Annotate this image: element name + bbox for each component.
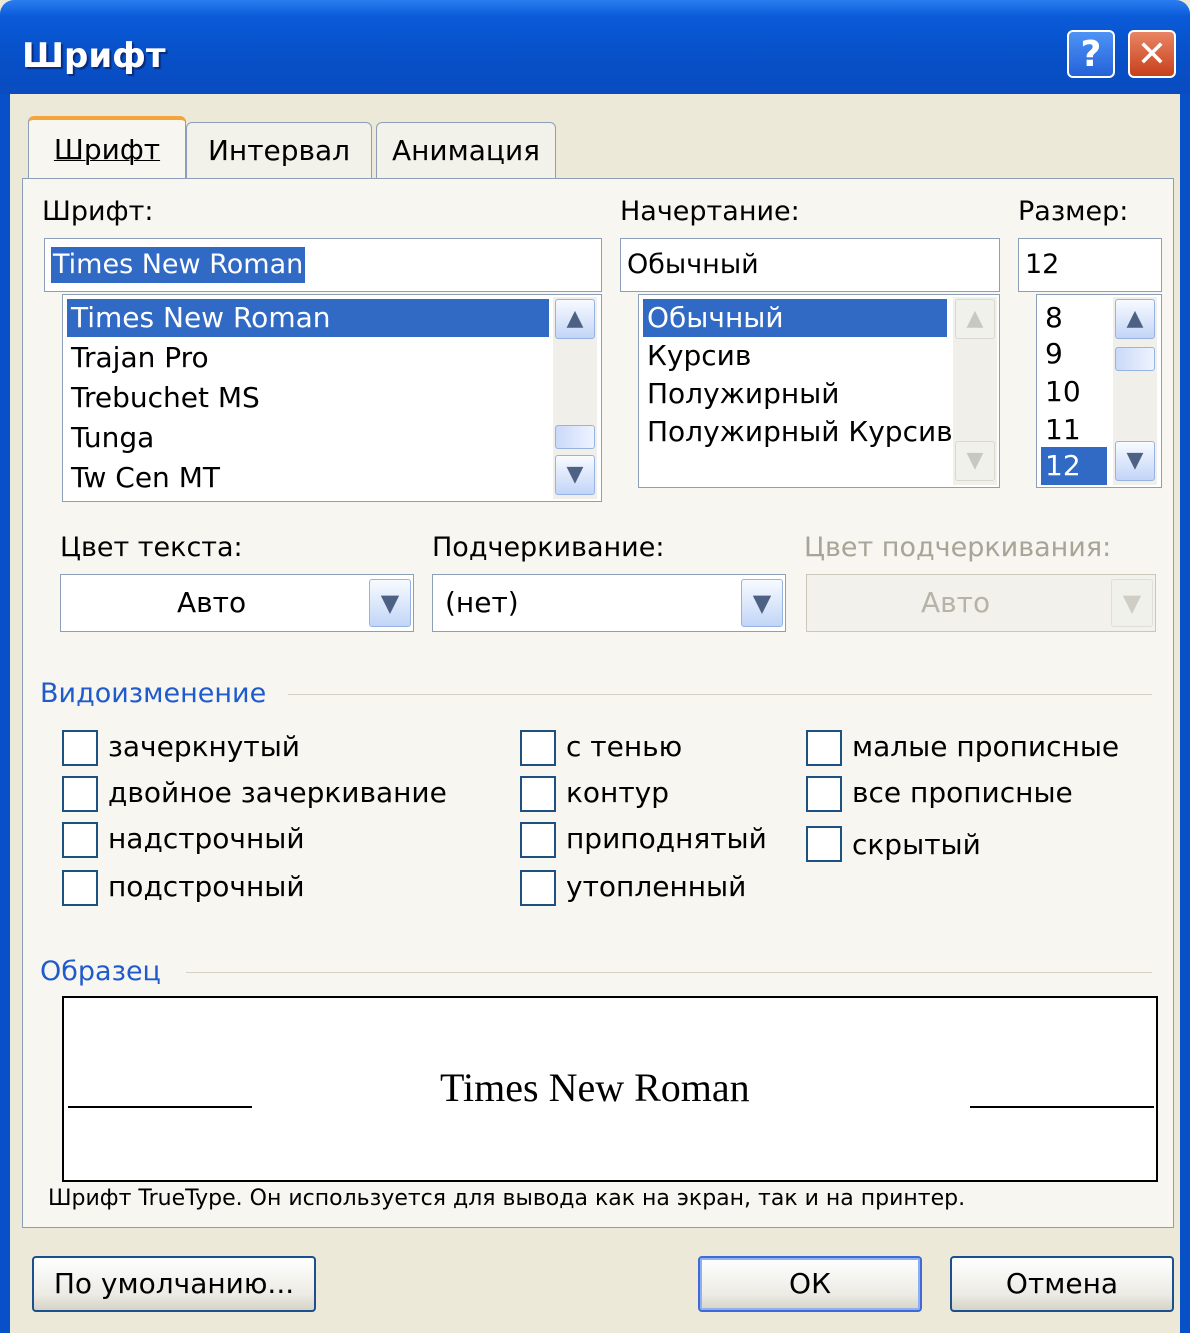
ok-button[interactable]: ОК bbox=[698, 1256, 922, 1312]
font-dialog: Шрифт ? ✕ Шрифт Интервал Анимация Шрифт:… bbox=[0, 0, 1190, 1333]
checkbox-superscript[interactable] bbox=[62, 822, 98, 858]
list-item[interactable]: 10 bbox=[1041, 373, 1107, 411]
checkbox-label: утопленный bbox=[566, 870, 747, 903]
underline-select[interactable]: (нет) ▼ bbox=[432, 574, 786, 632]
checkbox-label: контур bbox=[566, 776, 670, 809]
tab-font-label: Шрифт bbox=[53, 133, 161, 166]
list-item[interactable]: 9 bbox=[1041, 335, 1107, 373]
size-list[interactable]: 8 9 10 11 12 ▲ ▼ bbox=[1036, 294, 1162, 488]
tab-animation-label: Анимация bbox=[391, 134, 541, 167]
checkbox-label: малые прописные bbox=[852, 730, 1120, 763]
scroll-thumb[interactable] bbox=[555, 425, 595, 449]
tab-spacing-label: Интервал bbox=[207, 134, 351, 167]
underline-color-label: Цвет подчеркивания: bbox=[804, 532, 1112, 563]
checkbox-engrave[interactable] bbox=[520, 870, 556, 906]
style-list[interactable]: Обычный Курсив Полужирный Полужирный Кур… bbox=[638, 294, 1000, 488]
tab-font[interactable]: Шрифт bbox=[28, 116, 186, 180]
underline-color-select[interactable]: Авто ▼ bbox=[806, 574, 1156, 632]
title-bar[interactable]: Шрифт ? ✕ bbox=[0, 0, 1190, 94]
list-item[interactable]: Times New Roman bbox=[67, 299, 549, 337]
scroll-down-icon[interactable]: ▼ bbox=[955, 441, 995, 481]
list-item[interactable]: 8 bbox=[1041, 299, 1107, 337]
group-divider bbox=[186, 972, 1152, 973]
size-list-scrollbar[interactable]: ▲ ▼ bbox=[1113, 297, 1157, 485]
preview-box: Times New Roman bbox=[62, 996, 1158, 1182]
preview-line-right bbox=[970, 1106, 1154, 1108]
list-item[interactable]: Trebuchet MS bbox=[67, 379, 549, 417]
cancel-button[interactable]: Отмена bbox=[950, 1256, 1174, 1312]
checkbox-label: с тенью bbox=[566, 730, 683, 763]
checkbox-subscript[interactable] bbox=[62, 870, 98, 906]
size-label: Размер: bbox=[1018, 196, 1129, 227]
checkbox-shadow[interactable] bbox=[520, 730, 556, 766]
list-item[interactable]: Trajan Pro bbox=[67, 339, 549, 377]
underline-color-value: Авто bbox=[921, 586, 991, 619]
checkbox-label: двойное зачеркивание bbox=[108, 776, 447, 809]
checkbox-label: подстрочный bbox=[108, 870, 305, 903]
style-label: Начертание: bbox=[620, 196, 800, 227]
list-item[interactable]: Tw Cen MT bbox=[67, 459, 549, 497]
checkbox-outline[interactable] bbox=[520, 776, 556, 812]
window-border-left bbox=[0, 94, 10, 1333]
preview-text: Times New Roman bbox=[440, 1065, 750, 1110]
text-color-label: Цвет текста: bbox=[60, 532, 243, 563]
checkbox-small-caps[interactable] bbox=[806, 730, 842, 766]
checkbox-label: скрытый bbox=[852, 828, 981, 861]
font-input-value: Times New Roman bbox=[51, 247, 306, 283]
list-item[interactable]: 11 bbox=[1041, 411, 1107, 449]
chevron-down-icon[interactable]: ▼ bbox=[741, 579, 783, 627]
size-input[interactable]: 12 bbox=[1018, 238, 1162, 292]
style-input[interactable]: Обычный bbox=[620, 238, 1000, 292]
scroll-up-icon[interactable]: ▲ bbox=[555, 299, 595, 339]
scroll-down-icon[interactable]: ▼ bbox=[555, 455, 595, 495]
question-icon[interactable]: ? bbox=[1067, 30, 1115, 78]
scroll-up-icon[interactable]: ▲ bbox=[955, 299, 995, 339]
list-item[interactable]: Tunga bbox=[67, 419, 549, 457]
style-list-scrollbar[interactable]: ▲ ▼ bbox=[953, 297, 997, 485]
list-item[interactable]: Полужирный bbox=[643, 375, 947, 413]
chevron-down-icon[interactable]: ▼ bbox=[369, 579, 411, 627]
list-item[interactable]: Полужирный Курсив bbox=[643, 413, 953, 451]
checkbox-all-caps[interactable] bbox=[806, 776, 842, 812]
list-item[interactable]: 12 bbox=[1041, 447, 1107, 485]
checkbox-label: надстрочный bbox=[108, 822, 305, 855]
text-color-select[interactable]: Авто ▼ bbox=[60, 574, 414, 632]
scroll-thumb[interactable] bbox=[1115, 347, 1155, 371]
underline-value: (нет) bbox=[445, 586, 519, 619]
scroll-up-icon[interactable]: ▲ bbox=[1115, 299, 1155, 339]
effects-group-title: Видоизменение bbox=[40, 678, 267, 709]
list-item[interactable]: Курсив bbox=[643, 337, 947, 375]
tab-animation[interactable]: Анимация bbox=[376, 122, 556, 178]
chevron-down-icon[interactable]: ▼ bbox=[1111, 579, 1153, 627]
checkbox-strikethrough[interactable] bbox=[62, 730, 98, 766]
checkbox-label: все прописные bbox=[852, 776, 1073, 809]
font-list-scrollbar[interactable]: ▲ ▼ bbox=[553, 297, 597, 499]
checkbox-label: зачеркнутый bbox=[108, 730, 300, 763]
scroll-down-icon[interactable]: ▼ bbox=[1115, 441, 1155, 481]
default-button[interactable]: По умолчанию... bbox=[32, 1256, 316, 1312]
close-icon[interactable]: ✕ bbox=[1128, 30, 1176, 78]
font-label: Шрифт: bbox=[42, 196, 154, 227]
font-list[interactable]: Times New Roman Trajan Pro Trebuchet MS … bbox=[62, 294, 602, 502]
underline-label: Подчеркивание: bbox=[432, 532, 665, 563]
font-type-note: Шрифт TrueType. Он используется для выво… bbox=[48, 1186, 966, 1211]
checkbox-label: приподнятый bbox=[566, 822, 767, 855]
window-border-right bbox=[1180, 94, 1190, 1333]
text-color-value: Авто bbox=[177, 586, 247, 619]
preview-line-left bbox=[68, 1106, 252, 1108]
window-title: Шрифт bbox=[22, 36, 166, 76]
checkbox-double-strikethrough[interactable] bbox=[62, 776, 98, 812]
checkbox-hidden[interactable] bbox=[806, 826, 842, 862]
checkbox-emboss[interactable] bbox=[520, 822, 556, 858]
group-divider bbox=[288, 694, 1152, 695]
tab-spacing[interactable]: Интервал bbox=[186, 122, 372, 178]
preview-group-title: Образец bbox=[40, 956, 161, 987]
list-item[interactable]: Обычный bbox=[643, 299, 947, 337]
font-input[interactable]: Times New Roman bbox=[44, 238, 602, 292]
